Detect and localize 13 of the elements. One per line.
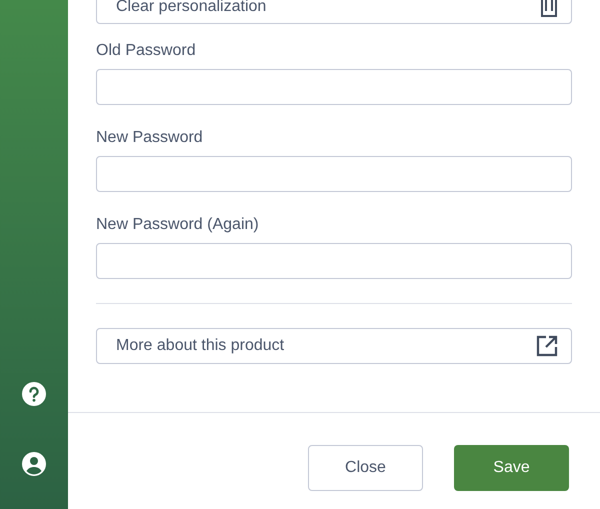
password-field[interactable] [96,156,572,192]
field-label: Old Password [96,41,197,61]
external-link-icon [535,334,559,358]
password-field[interactable] [96,69,572,105]
close-button[interactable]: Close [308,445,423,491]
field-label: New Password (Again) [96,215,260,235]
password-field[interactable] [96,243,572,279]
user-icon[interactable] [22,452,46,476]
help-icon[interactable] [22,382,46,406]
save-button[interactable]: Save [454,445,569,491]
more-about-product-link[interactable]: More about this product [96,328,572,364]
field-label: New Password [96,128,204,148]
trash-icon [540,0,558,17]
